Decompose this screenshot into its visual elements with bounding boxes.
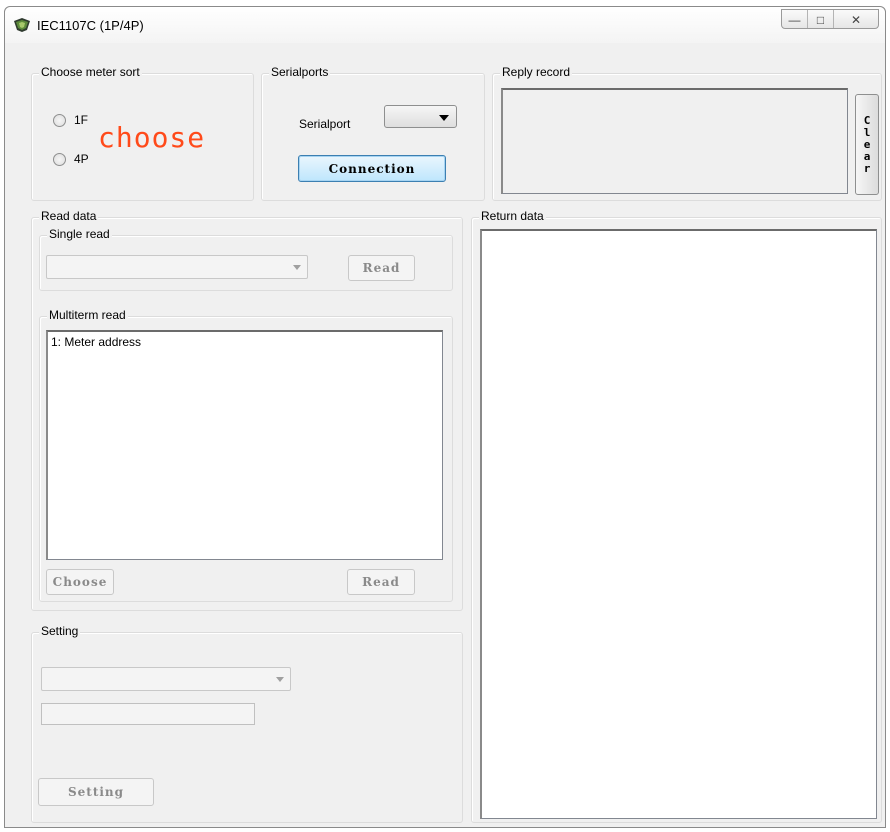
close-button[interactable]: ✕ xyxy=(834,10,878,28)
serialport-label: Serialport xyxy=(299,117,351,131)
return-data-legend: Return data xyxy=(479,209,546,223)
multiterm-list[interactable]: 1: Meter address xyxy=(46,330,443,560)
radio-4p-label: 4P xyxy=(74,152,89,166)
meter-sort-legend: Choose meter sort xyxy=(39,65,142,79)
clear-letter-l: l xyxy=(863,125,871,139)
serialports-legend: Serialports xyxy=(269,65,331,79)
app-icon xyxy=(14,18,30,32)
clear-letter-c: C xyxy=(863,113,871,127)
minimize-button[interactable]: — xyxy=(782,10,808,28)
setting-group: Setting Setting xyxy=(31,624,463,823)
single-read-button[interactable]: Read xyxy=(348,255,415,281)
chevron-down-icon xyxy=(276,677,284,682)
setting-value-input[interactable] xyxy=(41,703,255,725)
read-data-group: Read data Single read Read Multiterm rea… xyxy=(31,209,463,611)
clear-letter-e: e xyxy=(863,137,871,151)
setting-button[interactable]: Setting xyxy=(38,778,154,806)
maximize-button[interactable]: □ xyxy=(808,10,834,28)
window-controls: — □ ✕ xyxy=(781,9,879,29)
chevron-down-icon xyxy=(293,265,301,270)
clear-letter-a: a xyxy=(863,149,871,163)
reply-record-group: Reply record C l e a r xyxy=(492,65,882,201)
single-read-legend: Single read xyxy=(47,227,112,241)
setting-legend: Setting xyxy=(39,624,81,638)
radio-1f[interactable]: 1F xyxy=(53,113,88,127)
title-bar[interactable]: IEC1107C (1P/4P) — □ ✕ xyxy=(5,7,885,43)
read-data-legend: Read data xyxy=(39,209,99,223)
multiterm-read-button[interactable]: Read xyxy=(347,569,415,595)
serialport-dropdown[interactable] xyxy=(384,105,457,128)
clear-letter-r: r xyxy=(863,161,871,175)
radio-1f-label: 1F xyxy=(74,113,89,127)
clear-button[interactable]: C l e a r xyxy=(855,94,879,195)
minimize-icon: — xyxy=(788,13,801,27)
meter-sort-group: Choose meter sort 1F 4P choose xyxy=(31,65,254,201)
choose-button[interactable]: Choose xyxy=(46,569,114,595)
single-read-dropdown[interactable] xyxy=(46,255,308,279)
choose-hint-text: choose xyxy=(98,121,206,154)
setting-dropdown[interactable] xyxy=(41,667,291,691)
maximize-icon: □ xyxy=(816,13,825,27)
multiterm-read-group: Multiterm read 1: Meter address Choose R… xyxy=(39,308,453,602)
radio-1f-circle[interactable] xyxy=(53,113,66,127)
radio-4p-circle[interactable] xyxy=(53,152,66,166)
reply-record-legend: Reply record xyxy=(500,65,573,79)
return-data-group: Return data xyxy=(471,209,882,823)
list-item[interactable]: 1: Meter address xyxy=(51,335,141,349)
radio-4p[interactable]: 4P xyxy=(53,152,89,166)
reply-record-box[interactable] xyxy=(501,88,848,194)
chevron-down-icon xyxy=(439,114,449,121)
single-read-group: Single read Read xyxy=(39,227,453,291)
close-icon: ✕ xyxy=(850,13,862,27)
return-data-box[interactable] xyxy=(480,229,877,819)
serialports-group: Serialports Serialport Connection xyxy=(261,65,485,201)
multiterm-read-legend: Multiterm read xyxy=(47,308,128,322)
app-window: IEC1107C (1P/4P) — □ ✕ Choose meter sort… xyxy=(4,6,886,828)
window-title: IEC1107C (1P/4P) xyxy=(37,18,144,33)
connection-button[interactable]: Connection xyxy=(298,155,446,182)
